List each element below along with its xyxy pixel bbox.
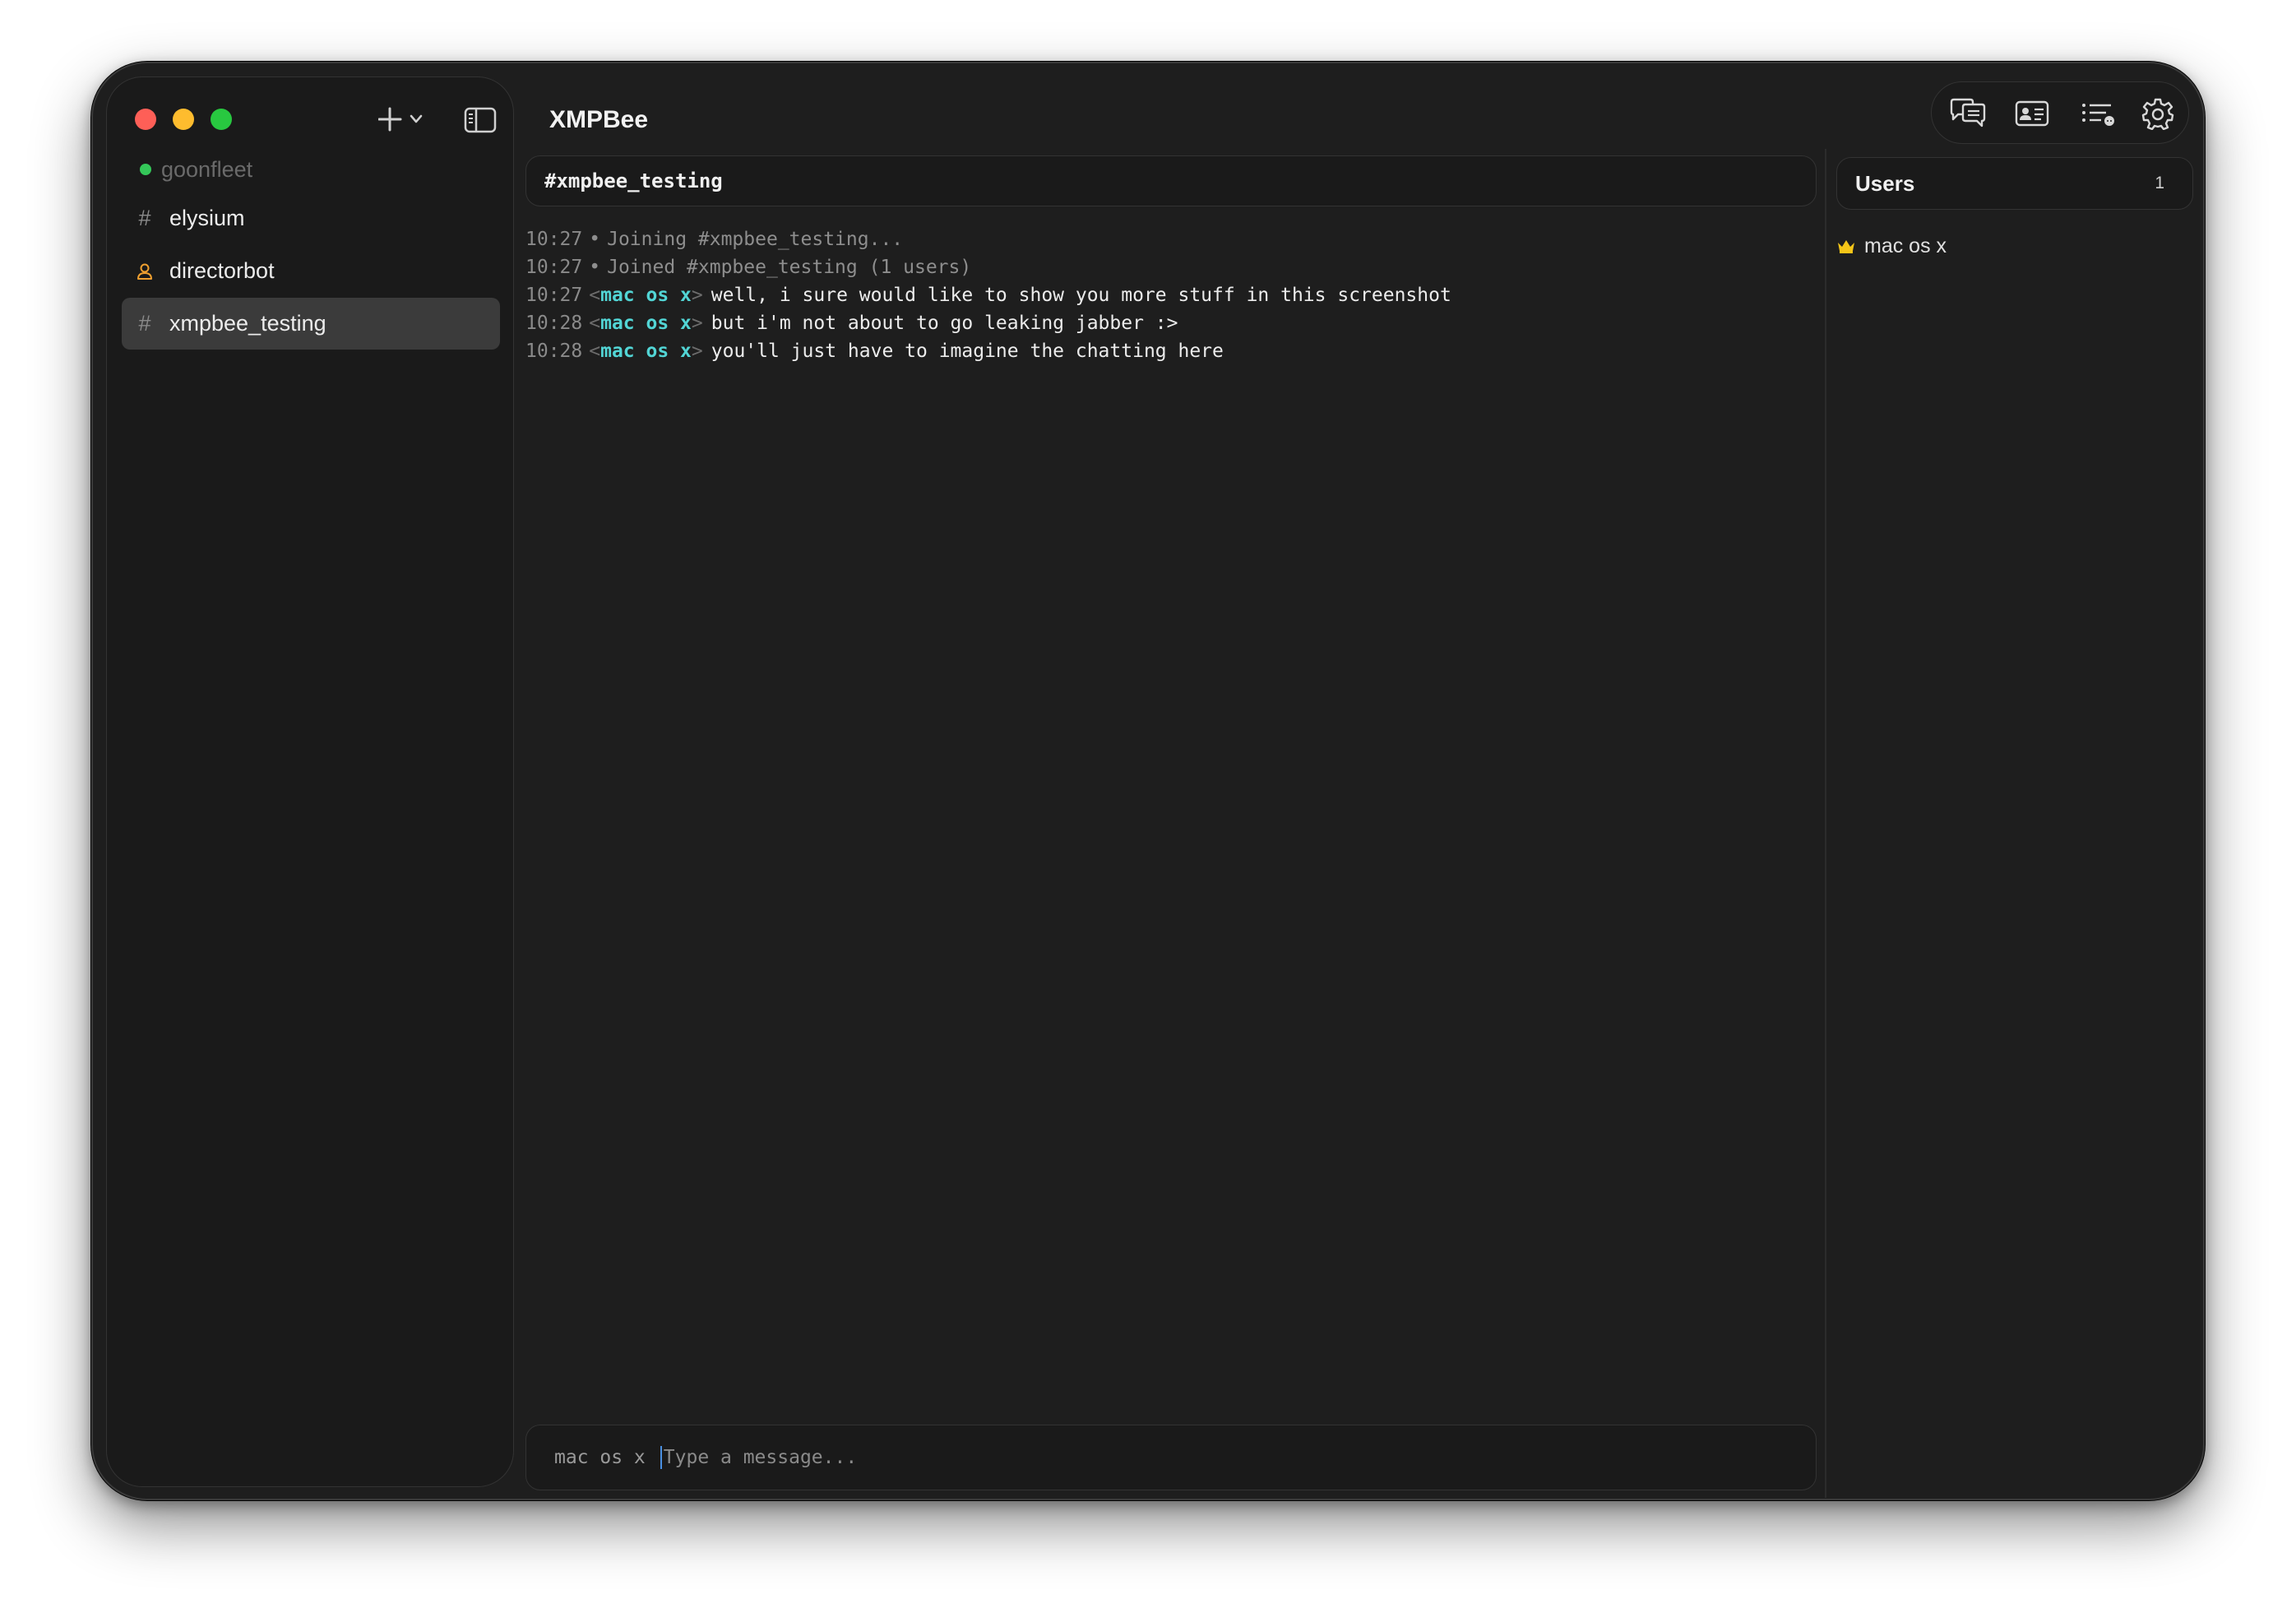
users-header: Users 1 xyxy=(1836,157,2193,210)
sidebar-item-elysium[interactable]: # elysium xyxy=(122,192,500,244)
sidebar-item-label: xmpbee_testing xyxy=(169,311,326,336)
message-nick[interactable]: mac os x xyxy=(600,285,692,306)
message-text: well, i sure would like to show you more… xyxy=(711,285,1451,306)
system-message-text: Joining #xmpbee_testing... xyxy=(607,229,904,250)
sidebar-item-label: elysium xyxy=(169,206,245,230)
sidebar-toggle-button[interactable] xyxy=(464,107,497,133)
composer-nick: mac os x xyxy=(554,1447,646,1468)
text-cursor xyxy=(660,1446,662,1469)
person-icon xyxy=(135,262,155,281)
add-menu-button[interactable] xyxy=(377,104,436,137)
system-bullet-icon: • xyxy=(589,257,601,278)
hash-icon: # xyxy=(138,311,151,336)
message-row: 10:28 < mac os x > you'll just have to ima… xyxy=(525,341,1224,362)
users-count: 1 xyxy=(2155,174,2164,192)
plus-icon xyxy=(377,107,423,132)
minimize-window-button[interactable] xyxy=(173,109,194,130)
message-row: 10:27 • Joining #xmpbee_testing... xyxy=(525,225,1817,253)
sidebar-toggle-icon xyxy=(464,107,497,133)
list-icon[interactable] xyxy=(2080,97,2116,130)
system-message-text: Joined #xmpbee_testing (1 users) xyxy=(607,257,972,278)
user-name: mac os x xyxy=(1864,234,1947,257)
app-title: XMPBee xyxy=(549,106,649,133)
sidebar-item-xmpbee-testing[interactable]: # xmpbee_testing xyxy=(122,298,500,350)
message-log: 10:27 • Joining #xmpbee_testing... 10:27 … xyxy=(525,225,1817,365)
message-timestamp: 10:28 xyxy=(525,341,583,362)
contact-card-icon[interactable] xyxy=(2014,97,2050,130)
online-status-dot xyxy=(140,164,151,175)
message-timestamp: 10:28 xyxy=(525,313,583,334)
user-list-item[interactable]: mac os x xyxy=(1836,231,1947,261)
message-timestamp: 10:27 xyxy=(525,285,583,306)
message-composer: mac os x xyxy=(525,1425,1817,1490)
message-input[interactable] xyxy=(663,1447,1733,1468)
chat-bubbles-icon[interactable] xyxy=(1948,97,1986,130)
channel-title: #xmpbee_testing xyxy=(525,155,1817,206)
message-text: but i'm not about to go leaking jabber :… xyxy=(711,313,1178,334)
message-row: 10:27 • Joined #xmpbee_testing (1 users) xyxy=(525,253,1817,281)
sidebar-item-directorbot[interactable]: directorbot xyxy=(122,245,500,297)
app-window: goonfleet # elysium directorbot # xmpbee… xyxy=(91,62,2205,1500)
message-timestamp: 10:27 xyxy=(525,257,583,278)
channel-list: # elysium directorbot # xmpbee_testing xyxy=(122,192,500,350)
message-text: you'll just have to imagine the chatting… xyxy=(711,341,1224,362)
server-header[interactable]: goonfleet xyxy=(140,153,252,186)
sidebar: goonfleet # elysium directorbot # xmpbee… xyxy=(106,76,514,1487)
hash-icon: # xyxy=(138,206,151,230)
message-nick[interactable]: mac os x xyxy=(600,313,692,334)
gear-icon[interactable] xyxy=(2141,97,2178,131)
message-row: 10:28 < mac os x > but i'm not about to go… xyxy=(525,313,1178,334)
server-name: goonfleet xyxy=(161,156,253,182)
users-title: Users xyxy=(1855,170,1915,196)
pane-divider[interactable] xyxy=(1825,149,1826,1498)
sidebar-item-label: directorbot xyxy=(169,258,275,283)
close-window-button[interactable] xyxy=(135,109,156,130)
message-nick[interactable]: mac os x xyxy=(600,341,692,362)
crown-icon xyxy=(1836,238,1856,254)
message-timestamp: 10:27 xyxy=(525,229,583,250)
message-row: 10:27 < mac os x > well, i sure would like… xyxy=(525,285,1451,306)
toolbar xyxy=(1931,81,2189,144)
maximize-window-button[interactable] xyxy=(211,109,232,130)
system-bullet-icon: • xyxy=(589,229,601,250)
